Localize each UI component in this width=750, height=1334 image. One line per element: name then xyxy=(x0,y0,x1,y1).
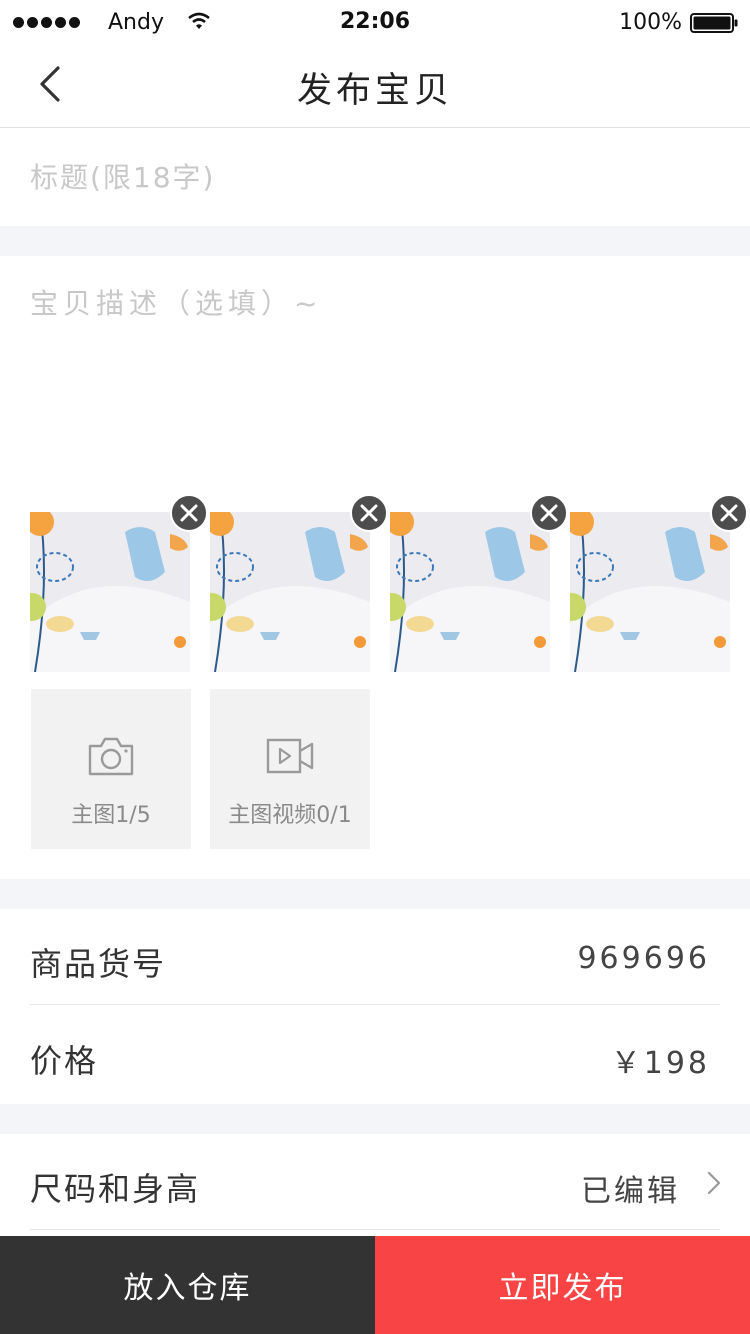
bottom-action-bar: 放入仓库 立即发布 xyxy=(0,1236,750,1334)
description-input[interactable] xyxy=(0,256,750,476)
product-photo-image xyxy=(570,512,730,672)
section-divider xyxy=(0,879,750,909)
remove-photo-button[interactable] xyxy=(710,494,748,532)
video-icon xyxy=(266,738,314,774)
size-height-label: 尺码和身高 xyxy=(30,1170,201,1208)
publish-now-button[interactable]: 立即发布 xyxy=(375,1236,750,1334)
product-photo-image xyxy=(30,512,190,672)
battery-percent: 100% xyxy=(619,10,682,35)
status-bar: Andy 22:06 100% xyxy=(0,0,750,40)
remove-photo-button[interactable] xyxy=(530,494,568,532)
add-video-button[interactable]: 主图视频0/1 xyxy=(210,689,370,849)
add-to-warehouse-button[interactable]: 放入仓库 xyxy=(0,1236,375,1334)
size-height-row[interactable]: 尺码和身高 已编辑 xyxy=(0,1134,750,1230)
product-photo[interactable] xyxy=(30,494,208,672)
close-icon xyxy=(720,504,738,522)
product-photo-image xyxy=(210,512,370,672)
product-photo[interactable] xyxy=(210,494,388,672)
price-value: ￥198 xyxy=(610,1046,710,1081)
battery-icon xyxy=(690,13,738,33)
section-divider xyxy=(0,226,750,256)
title-input[interactable] xyxy=(0,128,750,226)
item-number-row[interactable]: 商品货号 969696 xyxy=(0,909,750,1005)
close-icon xyxy=(180,504,198,522)
close-icon xyxy=(360,504,378,522)
row-divider xyxy=(30,1229,720,1230)
remove-photo-button[interactable] xyxy=(350,494,388,532)
add-photo-button[interactable]: 主图1/5 xyxy=(31,689,191,849)
row-divider xyxy=(30,1004,720,1005)
product-photo[interactable] xyxy=(570,494,748,672)
item-number-label: 商品货号 xyxy=(30,945,167,983)
add-video-label: 主图视频0/1 xyxy=(228,803,352,828)
close-icon xyxy=(540,504,558,522)
price-label: 价格 xyxy=(30,1042,99,1080)
product-photo[interactable] xyxy=(390,494,568,672)
page-title: 发布宝贝 xyxy=(296,71,453,111)
section-divider xyxy=(0,1104,750,1134)
chevron-right-icon xyxy=(707,1171,721,1195)
camera-icon xyxy=(88,737,134,776)
price-row[interactable]: 价格 ￥198 xyxy=(0,1006,750,1102)
remove-photo-button[interactable] xyxy=(170,494,208,532)
add-photo-label: 主图1/5 xyxy=(71,803,151,828)
product-photo-image xyxy=(390,512,550,672)
size-height-status: 已编辑 xyxy=(581,1174,680,1209)
nav-bar: 发布宝贝 xyxy=(0,40,750,128)
item-number-value: 969696 xyxy=(577,941,710,976)
